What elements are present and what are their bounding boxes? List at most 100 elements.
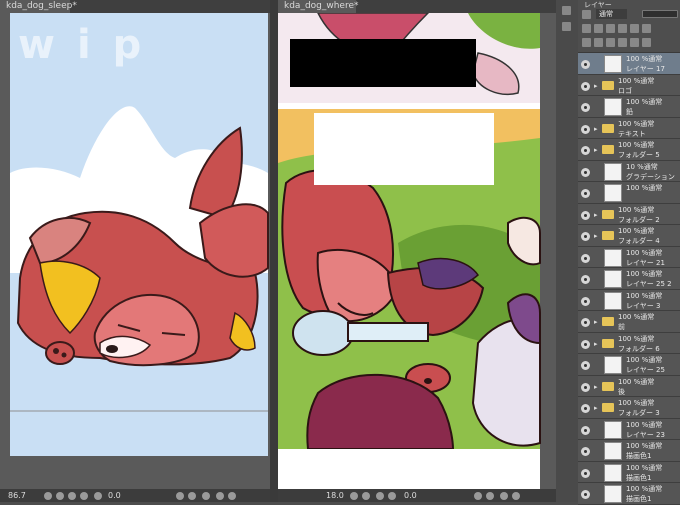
merge-icon[interactable] [618, 38, 627, 47]
visibility-eye-icon[interactable] [581, 103, 590, 112]
scroll-up-icon[interactable] [562, 6, 571, 15]
new-folder-icon[interactable] [606, 38, 615, 47]
visibility-eye-icon[interactable] [581, 189, 590, 198]
blend-mode-select[interactable]: 通常 [596, 9, 627, 19]
left-zoom-value[interactable]: 86.7 [8, 489, 26, 503]
lock-transparent-icon[interactable] [630, 24, 639, 33]
visibility-eye-icon[interactable] [581, 253, 590, 263]
clip-icon[interactable] [594, 24, 603, 33]
right-rotate-left-icon[interactable] [474, 492, 482, 500]
reference-icon[interactable] [606, 24, 615, 33]
rotate-right-icon[interactable] [188, 492, 196, 500]
visibility-eye-icon[interactable] [581, 232, 590, 241]
actual-size-icon[interactable] [80, 492, 88, 500]
layer-folder-row[interactable]: ▸ 100 %通常後 [578, 375, 680, 397]
mask-icon[interactable] [642, 24, 651, 33]
visibility-eye-icon[interactable] [581, 339, 590, 349]
visibility-eye-icon[interactable] [581, 382, 590, 392]
reset-rotation-icon[interactable] [202, 492, 210, 500]
right-fit-icon[interactable] [376, 492, 384, 500]
visibility-eye-icon[interactable] [581, 447, 590, 456]
layer-blend-mode: 100 %通常 [618, 313, 655, 321]
visibility-eye-icon[interactable] [581, 361, 590, 370]
right-rotation-value[interactable]: 0.0 [404, 489, 417, 503]
visibility-eye-icon[interactable] [581, 124, 590, 134]
visibility-eye-icon[interactable] [581, 425, 590, 435]
visibility-eye-icon[interactable] [581, 210, 590, 220]
layer-row[interactable]: 100 %通常 レイヤー 25 2 [578, 268, 680, 290]
flip-horizontal-icon[interactable] [216, 492, 224, 500]
layer-row[interactable]: 100 %通常 描画色1 [578, 440, 680, 462]
layer-row[interactable]: 100 %通常 [578, 182, 680, 204]
right-zoom-out-icon[interactable] [350, 492, 358, 500]
layer-row[interactable]: 100 %通常 レイヤー 21 [578, 246, 680, 268]
layer-row[interactable]: 10 %通常 グラデーション [578, 160, 680, 182]
rotate-left-icon[interactable] [176, 492, 184, 500]
draft-icon[interactable] [618, 24, 627, 33]
visibility-eye-icon[interactable] [581, 404, 590, 413]
right-rotate-right-icon[interactable] [486, 492, 494, 500]
folder-expand-chevron-icon[interactable]: ▸ [594, 318, 598, 326]
visibility-eye-icon[interactable] [581, 167, 590, 177]
fit-window-icon[interactable] [94, 492, 102, 500]
layer-row[interactable]: 100 %通常 レイヤー 25 [578, 354, 680, 376]
layer-row[interactable]: 100 %通常 レイヤー 23 [578, 418, 680, 440]
folder-expand-chevron-icon[interactable]: ▸ [594, 211, 598, 219]
visibility-eye-icon[interactable] [581, 81, 590, 91]
layer-folder-row[interactable]: ▸ 100 %通常 フォルダー 6 [578, 332, 680, 354]
layer-folder-row[interactable]: ▸ 100 %通常前 [578, 311, 680, 333]
folder-expand-chevron-icon[interactable]: ▸ [594, 125, 598, 133]
panel-icon-column [556, 0, 579, 502]
zoom-out-icon[interactable] [44, 492, 52, 500]
folder-expand-chevron-icon[interactable]: ▸ [594, 340, 598, 348]
layer-name: レイヤー 25 2 [626, 280, 672, 288]
folder-expand-chevron-icon[interactable]: ▸ [594, 404, 598, 412]
layer-row[interactable]: 100 %通常 描画色1 [578, 483, 680, 505]
folder-expand-chevron-icon[interactable]: ▸ [594, 146, 598, 154]
lock-icon[interactable] [582, 24, 591, 33]
layer-folder-row[interactable]: ▸ 100 %通常 ロゴ [578, 74, 680, 96]
layer-name: フォルダー 6 [618, 344, 660, 353]
tab-kda-dog-sleep[interactable]: kda_dog_sleep* [0, 0, 77, 13]
folder-expand-chevron-icon[interactable]: ▸ [594, 232, 598, 240]
right-actual-size-icon[interactable] [388, 492, 396, 500]
left-rotation-value[interactable]: 0.0 [108, 489, 121, 503]
document-divider[interactable] [270, 0, 278, 502]
layer-property-icon[interactable] [582, 10, 591, 19]
right-zoom-in-icon[interactable] [362, 492, 370, 500]
flip-vertical-icon[interactable] [228, 492, 236, 500]
layer-folder-row[interactable]: ▸ 100 %通常 フォルダー 4 [578, 225, 680, 247]
layer-row[interactable]: 100 %通常 描画色1 [578, 461, 680, 483]
visibility-eye-icon[interactable] [581, 146, 590, 155]
delete-layer-icon[interactable] [642, 38, 651, 47]
mask-add-icon[interactable] [630, 38, 639, 47]
folder-expand-chevron-icon[interactable]: ▸ [594, 82, 598, 90]
visibility-eye-icon[interactable] [581, 318, 590, 327]
right-zoom-value[interactable]: 18.0 [326, 489, 344, 503]
layer-row[interactable]: 100 %通常 レイヤー 3 [578, 289, 680, 311]
visibility-eye-icon[interactable] [581, 275, 590, 284]
visibility-eye-icon[interactable] [581, 468, 590, 478]
left-canvas[interactable]: wip [0, 13, 270, 489]
layer-folder-row[interactable]: ▸ 100 %通常 フォルダー 3 [578, 397, 680, 419]
new-vector-icon[interactable] [594, 38, 603, 47]
visibility-eye-icon[interactable] [581, 60, 590, 69]
new-layer-icon[interactable] [582, 38, 591, 47]
layer-row[interactable]: 100 %通常 レイヤー 17 [578, 53, 680, 75]
right-canvas[interactable] [278, 13, 556, 489]
layer-folder-row[interactable]: ▸ 100 %通常 テキスト [578, 117, 680, 139]
layer-folder-row[interactable]: ▸ 100 %通常 フォルダー 5 [578, 139, 680, 161]
fit-icon[interactable] [68, 492, 76, 500]
tab-kda-dog-where[interactable]: kda_dog_where* [278, 0, 359, 13]
right-flip-vertical-icon[interactable] [512, 492, 520, 500]
zoom-in-icon[interactable] [56, 492, 64, 500]
panel-menu-icon[interactable] [562, 22, 571, 31]
folder-expand-chevron-icon[interactable]: ▸ [594, 383, 598, 391]
visibility-eye-icon[interactable] [581, 296, 590, 306]
visibility-eye-icon[interactable] [581, 490, 590, 499]
opacity-slider[interactable] [642, 10, 678, 18]
layer-folder-row[interactable]: ▸ 100 %通常 フォルダー 2 [578, 203, 680, 225]
layer-blend-mode: 100 %通常 [626, 55, 663, 63]
layer-row[interactable]: 100 %通常鉛 [578, 96, 680, 118]
right-flip-icon[interactable] [500, 492, 508, 500]
